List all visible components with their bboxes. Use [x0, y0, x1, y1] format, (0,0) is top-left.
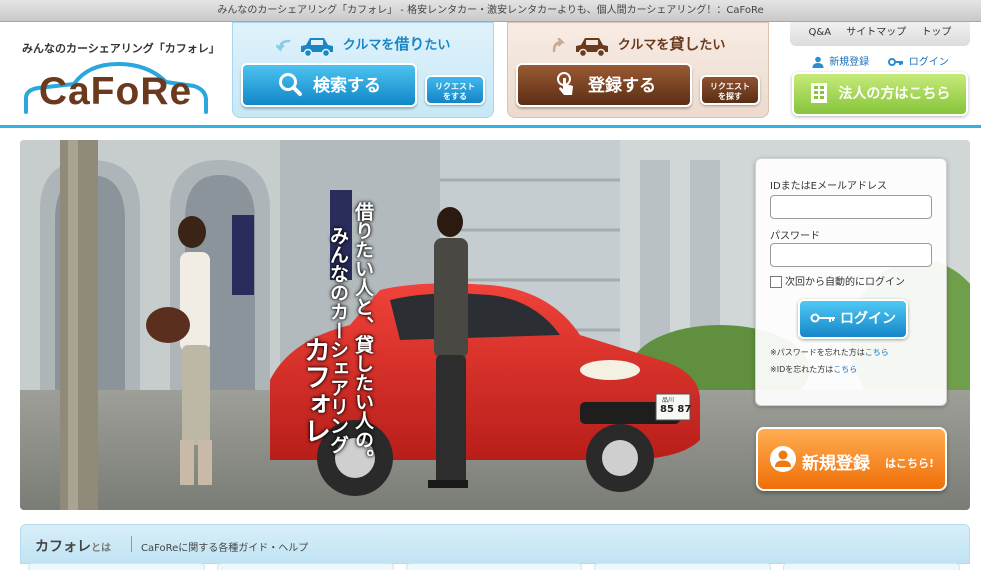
magnifier-icon	[279, 73, 303, 96]
curved-arrow-icon	[552, 37, 565, 52]
login-button[interactable]: ログイン	[798, 299, 908, 339]
login-form: IDまたはEメールアドレス パスワード 次回から自動的にログイン ログイン ※パ…	[755, 158, 947, 406]
signup-button[interactable]: 新規登録 はこちら!	[756, 427, 947, 491]
guide-divider	[131, 536, 132, 552]
register-car-button[interactable]: 登録する	[516, 63, 692, 107]
site-logo[interactable]: CaFoRe	[18, 56, 213, 118]
forgot-password: ※パスワードを忘れた方はこちら	[770, 348, 889, 357]
header-divider	[0, 125, 981, 128]
guide-section-header: カフォレとは CaFoReに関する各種ガイド・ヘルプ	[20, 524, 970, 564]
nav-top[interactable]: トップ	[921, 27, 951, 38]
utility-nav: Q&A サイトマップ トップ	[790, 22, 970, 46]
rent-request-button[interactable]: リクエスト をする	[425, 75, 485, 105]
lend-request-button[interactable]: リクエスト を探す	[700, 75, 760, 105]
forgot-id-link[interactable]: こちら	[833, 365, 857, 374]
account-links: 新規登録 ログイン	[812, 53, 949, 68]
forgot-id: ※IDを忘れた方はこちら	[770, 365, 858, 374]
remember-login: 次回から自動的にログイン	[770, 273, 905, 288]
guide-tab[interactable]	[216, 563, 394, 570]
site-tagline: みんなのカーシェアリング「カフォレ」	[22, 42, 220, 55]
remember-label: 次回から自動的にログイン	[785, 277, 905, 288]
car-icon	[576, 37, 609, 57]
hero-catch-line1: 借りたい人と、貸したい人の。	[352, 202, 374, 468]
curved-arrow-icon	[275, 39, 290, 52]
tap-hand-icon	[557, 72, 574, 95]
rent-heading: クルマを借りたい	[233, 33, 493, 58]
user-icon	[770, 446, 796, 472]
hero-catch-line3: カフォレ	[299, 336, 330, 444]
guide-tabs	[28, 563, 960, 570]
guide-tab[interactable]	[783, 563, 960, 570]
guide-tab[interactable]	[405, 563, 583, 570]
guide-title: カフォレとは	[35, 539, 111, 555]
car-icon	[301, 37, 334, 57]
password-input[interactable]	[770, 243, 932, 267]
guide-tab[interactable]	[28, 563, 205, 570]
header-signup-link[interactable]: 新規登録	[829, 57, 869, 68]
id-input[interactable]	[770, 195, 932, 219]
key-icon	[810, 313, 835, 322]
key-icon	[887, 58, 903, 66]
forgot-password-link[interactable]: こちら	[865, 348, 889, 357]
lend-heading: クルマを貸したい	[508, 33, 768, 58]
password-label: パスワード	[770, 231, 820, 242]
search-button[interactable]: 検索する	[241, 63, 417, 107]
window-title: みんなのカーシェアリング「カフォレ」 - 格安レンタカー・激安レンタカーよりも、…	[217, 5, 764, 16]
nav-sitemap[interactable]: サイトマップ	[846, 27, 906, 38]
license-plate-number: 85 87	[660, 404, 692, 415]
building-icon	[810, 82, 827, 103]
guide-subtitle: CaFoReに関する各種ガイド・ヘルプ	[141, 543, 309, 554]
remember-checkbox[interactable]	[770, 276, 782, 288]
corporate-button[interactable]: 法人の方はこちら	[792, 72, 968, 116]
license-plate-area: 品川	[662, 397, 675, 404]
id-label: IDまたはEメールアドレス	[770, 181, 887, 192]
logo-wordmark: CaFoRe	[38, 70, 193, 113]
nav-qa[interactable]: Q&A	[809, 27, 832, 38]
header-login-link[interactable]: ログイン	[909, 57, 949, 68]
window-title-bar: みんなのカーシェアリング「カフォレ」 - 格安レンタカー・激安レンタカーよりも、…	[0, 0, 981, 22]
guide-tab[interactable]	[594, 563, 772, 570]
rent-panel: クルマを借りたい 検索する リクエスト をする	[232, 22, 494, 118]
user-icon	[812, 56, 824, 68]
lend-panel: クルマを貸したい 登録する リクエスト を探す	[507, 22, 769, 118]
